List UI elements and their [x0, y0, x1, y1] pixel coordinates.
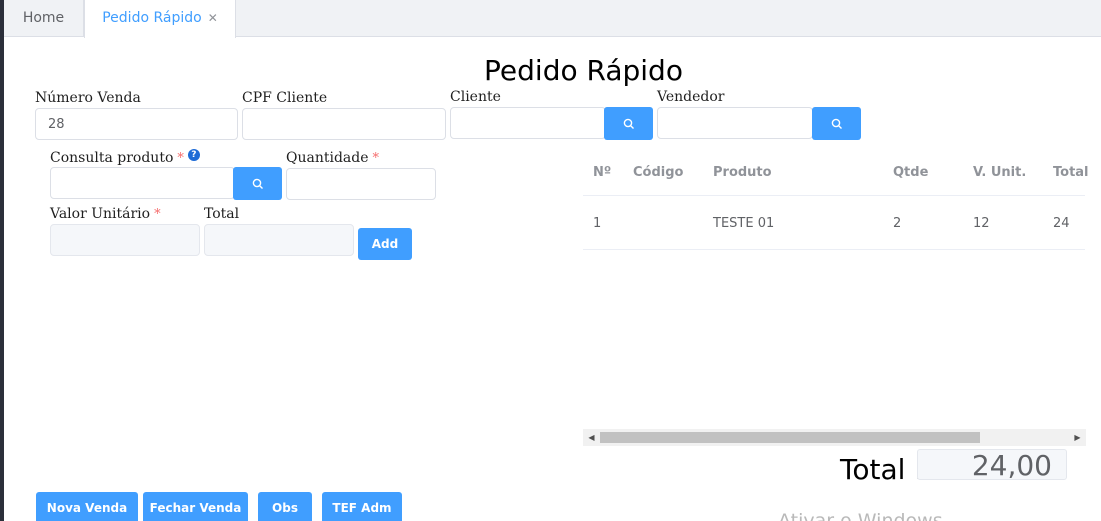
numero-venda-label: Número Venda [35, 90, 141, 106]
table-header: Qtde [893, 165, 929, 180]
produto-search-button[interactable] [233, 167, 282, 200]
scroll-left-icon[interactable]: ◀ [583, 429, 600, 446]
vendedor-field[interactable] [657, 107, 813, 139]
total-item-field[interactable] [204, 224, 354, 256]
required-mark: * [154, 207, 161, 222]
page-title: Pedido Rápido [484, 54, 683, 87]
quantidade-label: Quantidade * [286, 150, 380, 166]
fechar-venda-button[interactable]: Fechar Venda [143, 492, 248, 521]
valor-unitario-field[interactable] [50, 224, 200, 256]
scroll-right-icon[interactable]: ▶ [1069, 429, 1086, 446]
valor-unitario-label: Valor Unitário * [50, 206, 161, 222]
windows-activation-watermark: Ativar o Windows [778, 510, 943, 521]
consulta-produto-field[interactable] [50, 167, 235, 199]
grand-total-label: Total : [840, 453, 924, 486]
help-icon[interactable]: ? [187, 149, 200, 161]
table-header: Total [1053, 165, 1089, 180]
total-item-label: Total [204, 206, 240, 222]
table-divider [583, 195, 1085, 196]
cliente-field[interactable] [450, 107, 606, 139]
tab-home-label: Home [22, 10, 65, 26]
grand-total-value: 24,00 [917, 449, 1067, 481]
cliente-label: Cliente [450, 89, 501, 105]
table-cell: 2 [893, 216, 902, 231]
vendedor-label: Vendedor [657, 89, 725, 105]
obs-button[interactable]: Obs [258, 492, 312, 521]
scrollbar-thumb[interactable] [600, 432, 980, 443]
cpf-cliente-label: CPF Cliente [242, 90, 328, 106]
table-divider [583, 249, 1085, 250]
vendedor-search-button[interactable] [812, 107, 861, 140]
tab-pedido-rapido[interactable]: Pedido Rápido ✕ [84, 0, 236, 38]
tab-pedido-rapido-label: Pedido Rápido [102, 10, 202, 26]
table-header: Produto [713, 165, 772, 180]
required-mark: * [177, 151, 184, 166]
cliente-search-button[interactable] [604, 107, 653, 140]
search-icon [623, 118, 634, 129]
table-cell: TESTE 01 [713, 216, 775, 231]
table-header: Código [633, 165, 684, 180]
nova-venda-button[interactable]: Nova Venda [36, 492, 138, 521]
table-cell: 24 [1053, 216, 1070, 231]
table-header: V. Unit. [973, 165, 1027, 180]
tab-home[interactable]: Home [4, 0, 84, 37]
add-button[interactable]: Add [358, 228, 412, 260]
required-mark: * [372, 151, 380, 166]
table-header: Nº [593, 165, 612, 180]
search-icon [252, 178, 263, 189]
table-cell: 12 [973, 216, 990, 231]
consulta-produto-label: Consulta produto *? [50, 149, 200, 166]
tef-adm-button[interactable]: TEF Adm [322, 492, 402, 521]
quantidade-field[interactable] [286, 168, 436, 200]
search-icon [831, 118, 842, 129]
table-cell: 1 [593, 216, 602, 231]
numero-venda-field[interactable] [35, 108, 238, 140]
close-icon[interactable]: ✕ [208, 11, 218, 25]
cpf-cliente-field[interactable] [242, 108, 446, 140]
horizontal-scrollbar[interactable]: ◀ ▶ [583, 429, 1086, 446]
tab-bar: Home Pedido Rápido ✕ [4, 0, 1101, 38]
